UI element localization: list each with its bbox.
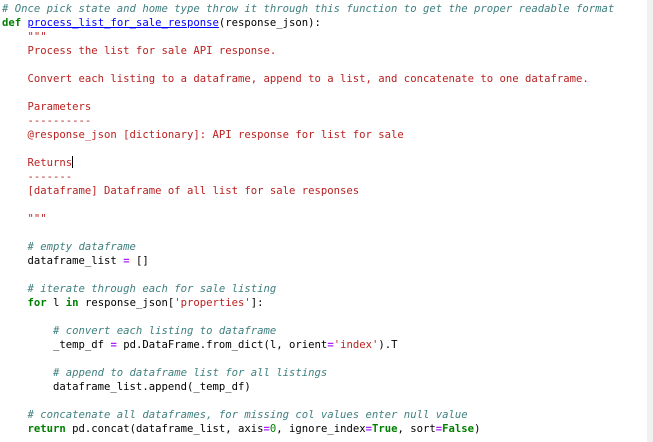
code-token: []: [129, 255, 149, 267]
code-token: ----------: [2, 115, 92, 127]
code-token: Process the list for sale API response.: [2, 45, 277, 57]
code-line[interactable]: [2, 226, 647, 240]
code-token: Convert each listing to a dataframe, app…: [2, 73, 589, 85]
code-token: 'properties': [174, 297, 251, 309]
code-token: # convert each listing to dataframe: [2, 325, 277, 337]
code-token: response_json[: [78, 297, 175, 309]
code-line[interactable]: [2, 268, 647, 282]
code-line[interactable]: # append to dataframe list for all listi…: [2, 366, 647, 380]
code-line[interactable]: [2, 198, 647, 212]
code-line[interactable]: dataframe_list = []: [2, 254, 647, 268]
code-line[interactable]: # empty dataframe: [2, 240, 647, 254]
code-line[interactable]: ----------: [2, 114, 647, 128]
code-token: # iterate through each for sale listing: [2, 283, 277, 295]
code-token: return: [27, 423, 66, 435]
code-line[interactable]: Process the list for sale API response.: [2, 44, 647, 58]
code-token: """: [2, 31, 47, 43]
code-token: """: [2, 213, 47, 225]
code-line[interactable]: [2, 310, 647, 324]
code-line[interactable]: Returns: [2, 156, 647, 170]
code-token: def: [2, 17, 22, 29]
code-token: l: [46, 297, 66, 309]
text-cursor: [72, 156, 74, 168]
code-line[interactable]: # Once pick state and home type throw it…: [2, 2, 647, 16]
code-line[interactable]: # iterate through each for sale listing: [2, 282, 647, 296]
code-token: Returns: [2, 157, 73, 169]
code-line[interactable]: dataframe_list.append(_temp_df): [2, 380, 647, 394]
code-line[interactable]: [2, 86, 647, 100]
code-line[interactable]: [2, 58, 647, 72]
code-token: # Once pick state and home type throw it…: [2, 3, 615, 15]
code-editor[interactable]: # Once pick state and home type throw it…: [0, 0, 647, 442]
code-line[interactable]: return pd.concat(dataframe_list, axis=0,…: [2, 422, 647, 436]
code-line[interactable]: [2, 352, 647, 366]
code-block[interactable]: # Once pick state and home type throw it…: [0, 0, 647, 436]
code-token: , ignore_index: [276, 423, 366, 435]
code-token: @response_json [dictionary]: API respons…: [2, 129, 404, 141]
code-token: Parameters: [2, 101, 92, 113]
code-token: -------: [2, 171, 73, 183]
code-token: [dataframe] Dataframe of all list for sa…: [2, 185, 360, 197]
vertical-scrollbar[interactable]: [647, 0, 653, 442]
code-token: , sort: [397, 423, 436, 435]
code-line[interactable]: [2, 142, 647, 156]
code-token: # append to dataframe list for all listi…: [2, 367, 328, 379]
code-token: in: [65, 297, 79, 309]
code-token: pd.concat(dataframe_list, axis: [65, 423, 264, 435]
code-line[interactable]: [dataframe] Dataframe of all list for sa…: [2, 184, 647, 198]
code-token: True: [371, 423, 398, 435]
code-line[interactable]: -------: [2, 170, 647, 184]
code-token: # empty dataframe: [2, 241, 136, 253]
code-token: for: [27, 297, 47, 309]
code-line[interactable]: def process_list_for_sale_response(respo…: [2, 16, 647, 30]
code-line[interactable]: """: [2, 212, 647, 226]
code-line[interactable]: Parameters: [2, 100, 647, 114]
code-token: pd.DataFrame.from_dict(l, orient: [116, 339, 328, 351]
code-line[interactable]: # concatenate all dataframes, for missin…: [2, 408, 647, 422]
code-token: False: [442, 423, 475, 435]
code-token: ]:: [250, 297, 264, 309]
code-line[interactable]: [2, 394, 647, 408]
code-token: # concatenate all dataframes, for missin…: [2, 409, 468, 421]
code-token: dataframe_list: [2, 255, 124, 267]
code-token: (response_json):: [218, 17, 321, 29]
code-token: process_list_for_sale_response: [27, 17, 219, 29]
code-line[interactable]: """: [2, 30, 647, 44]
code-line[interactable]: @response_json [dictionary]: API respons…: [2, 128, 647, 142]
code-line[interactable]: for l in response_json['properties']:: [2, 296, 647, 310]
code-token: dataframe_list.append(_temp_df): [2, 381, 251, 393]
code-line[interactable]: _temp_df = pd.DataFrame.from_dict(l, ori…: [2, 338, 647, 352]
code-line[interactable]: Convert each listing to a dataframe, app…: [2, 72, 647, 86]
code-line[interactable]: # convert each listing to dataframe: [2, 324, 647, 338]
code-token: ).T: [378, 339, 398, 351]
code-token: 'index': [333, 339, 379, 351]
code-token: ): [474, 423, 481, 435]
code-token: _temp_df: [2, 339, 111, 351]
